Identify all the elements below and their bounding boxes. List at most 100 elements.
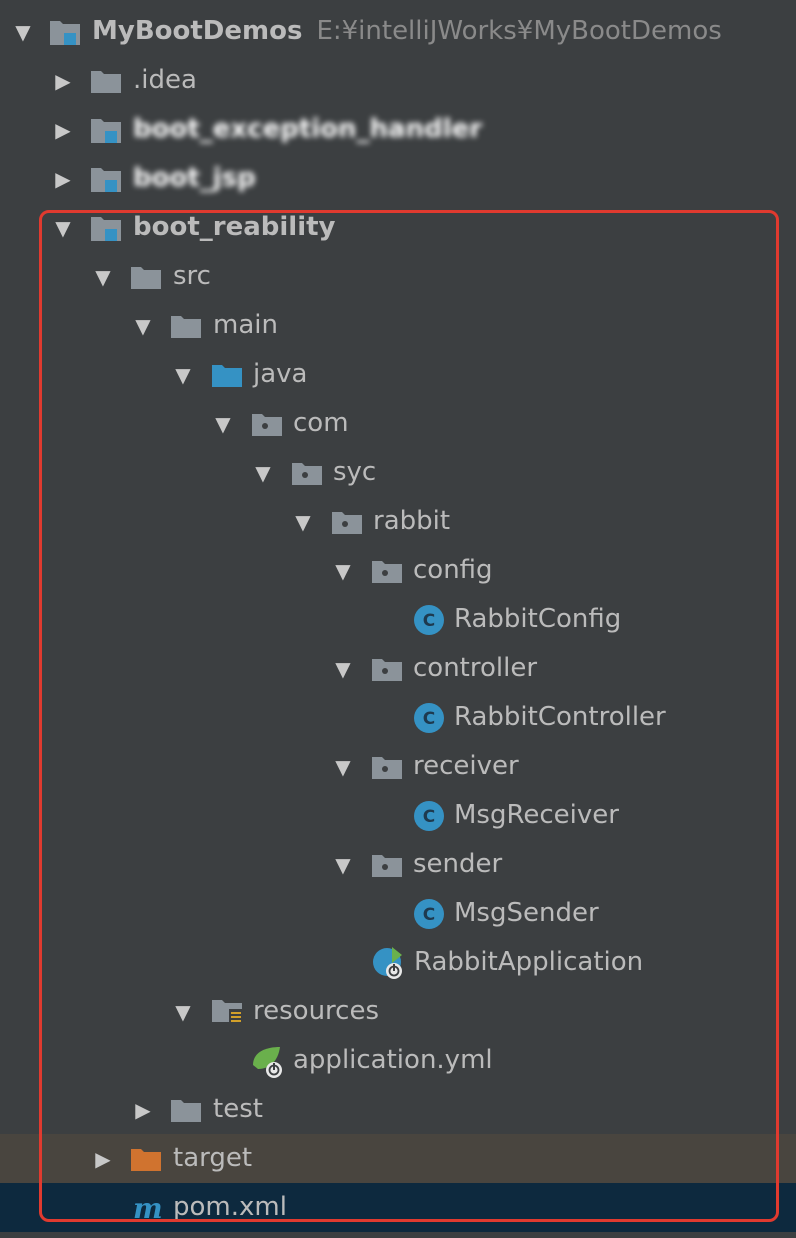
tree-row-msg-sender[interactable]: C MsgSender (0, 889, 796, 938)
triangle-right-icon[interactable]: ▶ (128, 1085, 158, 1134)
tree-row-sender[interactable]: ▼ sender (0, 840, 796, 889)
tree-row-receiver[interactable]: ▼ receiver (0, 742, 796, 791)
triangle-down-icon[interactable]: ▼ (328, 644, 358, 693)
tree-row-controller[interactable]: ▼ controller (0, 644, 796, 693)
triangle-down-icon[interactable]: ▼ (328, 742, 358, 791)
tree-row-rabbit-controller[interactable]: C RabbitController (0, 693, 796, 742)
tree-row-rabbit-config[interactable]: C RabbitConfig (0, 595, 796, 644)
package-icon (370, 644, 406, 693)
tree-row-blurred-module-2[interactable]: ▶ boot_jsp (0, 154, 796, 203)
tree-row-com[interactable]: ▼ com (0, 399, 796, 448)
tree-label: RabbitController (454, 702, 666, 732)
resources-folder-icon (210, 987, 246, 1036)
class-icon: C (413, 595, 449, 644)
tree-label: sender (413, 849, 503, 879)
spring-boot-class-icon (372, 938, 408, 987)
tree-label: receiver (413, 751, 519, 781)
module-folder-icon (89, 105, 125, 154)
triangle-right-icon[interactable]: ▶ (88, 1134, 118, 1183)
svg-text:C: C (423, 709, 435, 729)
package-icon (370, 742, 406, 791)
tree-row-blurred-module[interactable]: ▶ boot_exception_handler (0, 105, 796, 154)
triangle-down-icon[interactable]: ▼ (328, 546, 358, 595)
triangle-down-icon[interactable]: ▼ (128, 301, 158, 350)
tree-row-config[interactable]: ▼ config (0, 546, 796, 595)
class-icon: C (413, 889, 449, 938)
tree-row-main[interactable]: ▼ main (0, 301, 796, 350)
triangle-down-icon[interactable]: ▼ (168, 350, 198, 399)
triangle-down-icon[interactable]: ▼ (208, 399, 238, 448)
tree-row-rabbit-application[interactable]: RabbitApplication (0, 938, 796, 987)
package-icon (370, 546, 406, 595)
package-icon (290, 448, 326, 497)
triangle-down-icon[interactable]: ▼ (328, 840, 358, 889)
tree-label: RabbitConfig (454, 604, 622, 634)
package-icon (330, 497, 366, 546)
tree-label: .idea (133, 65, 197, 95)
tree-label: rabbit (373, 506, 451, 536)
tree-row-target[interactable]: ▶ target (0, 1134, 796, 1183)
tree-label: MsgReceiver (454, 800, 619, 830)
svg-text:m: m (133, 1193, 163, 1223)
module-folder-icon (48, 7, 84, 56)
tree-label: RabbitApplication (414, 947, 644, 977)
tree-row-root[interactable]: ▼ MyBootDemos E:¥intelliJWorks¥MyBootDemo… (0, 7, 796, 56)
folder-icon (129, 252, 165, 301)
tree-row-msg-receiver[interactable]: C MsgReceiver (0, 791, 796, 840)
tree-label: MsgSender (454, 898, 599, 928)
root-path: E:¥intelliJWorks¥MyBootDemos (316, 16, 722, 46)
package-icon (370, 840, 406, 889)
package-icon (250, 399, 286, 448)
tree-row-java[interactable]: ▼ java (0, 350, 796, 399)
triangle-down-icon[interactable]: ▼ (48, 203, 78, 252)
folder-icon (169, 301, 205, 350)
tree-row-boot-reability[interactable]: ▼ boot_reability (0, 203, 796, 252)
class-icon: C (413, 693, 449, 742)
triangle-down-icon[interactable]: ▼ (288, 497, 318, 546)
triangle-right-icon[interactable]: ▶ (48, 56, 78, 105)
spring-config-file-icon (250, 1036, 286, 1085)
tree-label: java (253, 359, 308, 389)
tree-row-test[interactable]: ▶ test (0, 1085, 796, 1134)
triangle-down-icon[interactable]: ▼ (8, 7, 38, 56)
triangle-right-icon[interactable]: ▶ (48, 105, 78, 154)
maven-icon: m (131, 1183, 167, 1232)
tree-label: boot_exception_handler (133, 114, 483, 144)
tree-label: resources (253, 996, 380, 1026)
tree-row-resources[interactable]: ▼ resources (0, 987, 796, 1036)
tree-label: src (173, 261, 211, 291)
triangle-right-icon[interactable]: ▶ (48, 154, 78, 203)
module-folder-icon (89, 154, 125, 203)
tree-row-src[interactable]: ▼ src (0, 252, 796, 301)
tree-label: boot_jsp (133, 163, 256, 193)
tree-row-rabbit[interactable]: ▼ rabbit (0, 497, 796, 546)
triangle-down-icon[interactable]: ▼ (88, 252, 118, 301)
tree-row-pom[interactable]: m pom.xml (0, 1183, 796, 1232)
tree-label: application.yml (293, 1045, 493, 1075)
svg-text:C: C (423, 807, 435, 827)
tree-label: pom.xml (173, 1192, 287, 1222)
root-name: MyBootDemos (92, 16, 303, 46)
tree-row-application-yml[interactable]: application.yml (0, 1036, 796, 1085)
svg-text:C: C (423, 905, 435, 925)
tree-row-syc[interactable]: ▼ syc (0, 448, 796, 497)
tree-label: target (173, 1143, 253, 1173)
triangle-down-icon[interactable]: ▼ (248, 448, 278, 497)
svg-text:C: C (423, 611, 435, 631)
triangle-down-icon[interactable]: ▼ (168, 987, 198, 1036)
tree-label: config (413, 555, 493, 585)
module-folder-icon (89, 203, 125, 252)
folder-icon (169, 1085, 205, 1134)
tree-row-idea[interactable]: ▶ .idea (0, 56, 796, 105)
source-folder-icon (210, 350, 246, 399)
tree-label: main (213, 310, 278, 340)
excluded-folder-icon (129, 1134, 165, 1183)
tree-label: controller (413, 653, 538, 683)
tree-label: syc (333, 457, 377, 487)
tree-label: MyBootDemos E:¥intelliJWorks¥MyBootDemos (92, 7, 722, 56)
folder-icon (89, 56, 125, 105)
tree-label: boot_reability (133, 212, 336, 242)
class-icon: C (413, 791, 449, 840)
tree-label: com (293, 408, 349, 438)
tree-label: test (213, 1094, 263, 1124)
